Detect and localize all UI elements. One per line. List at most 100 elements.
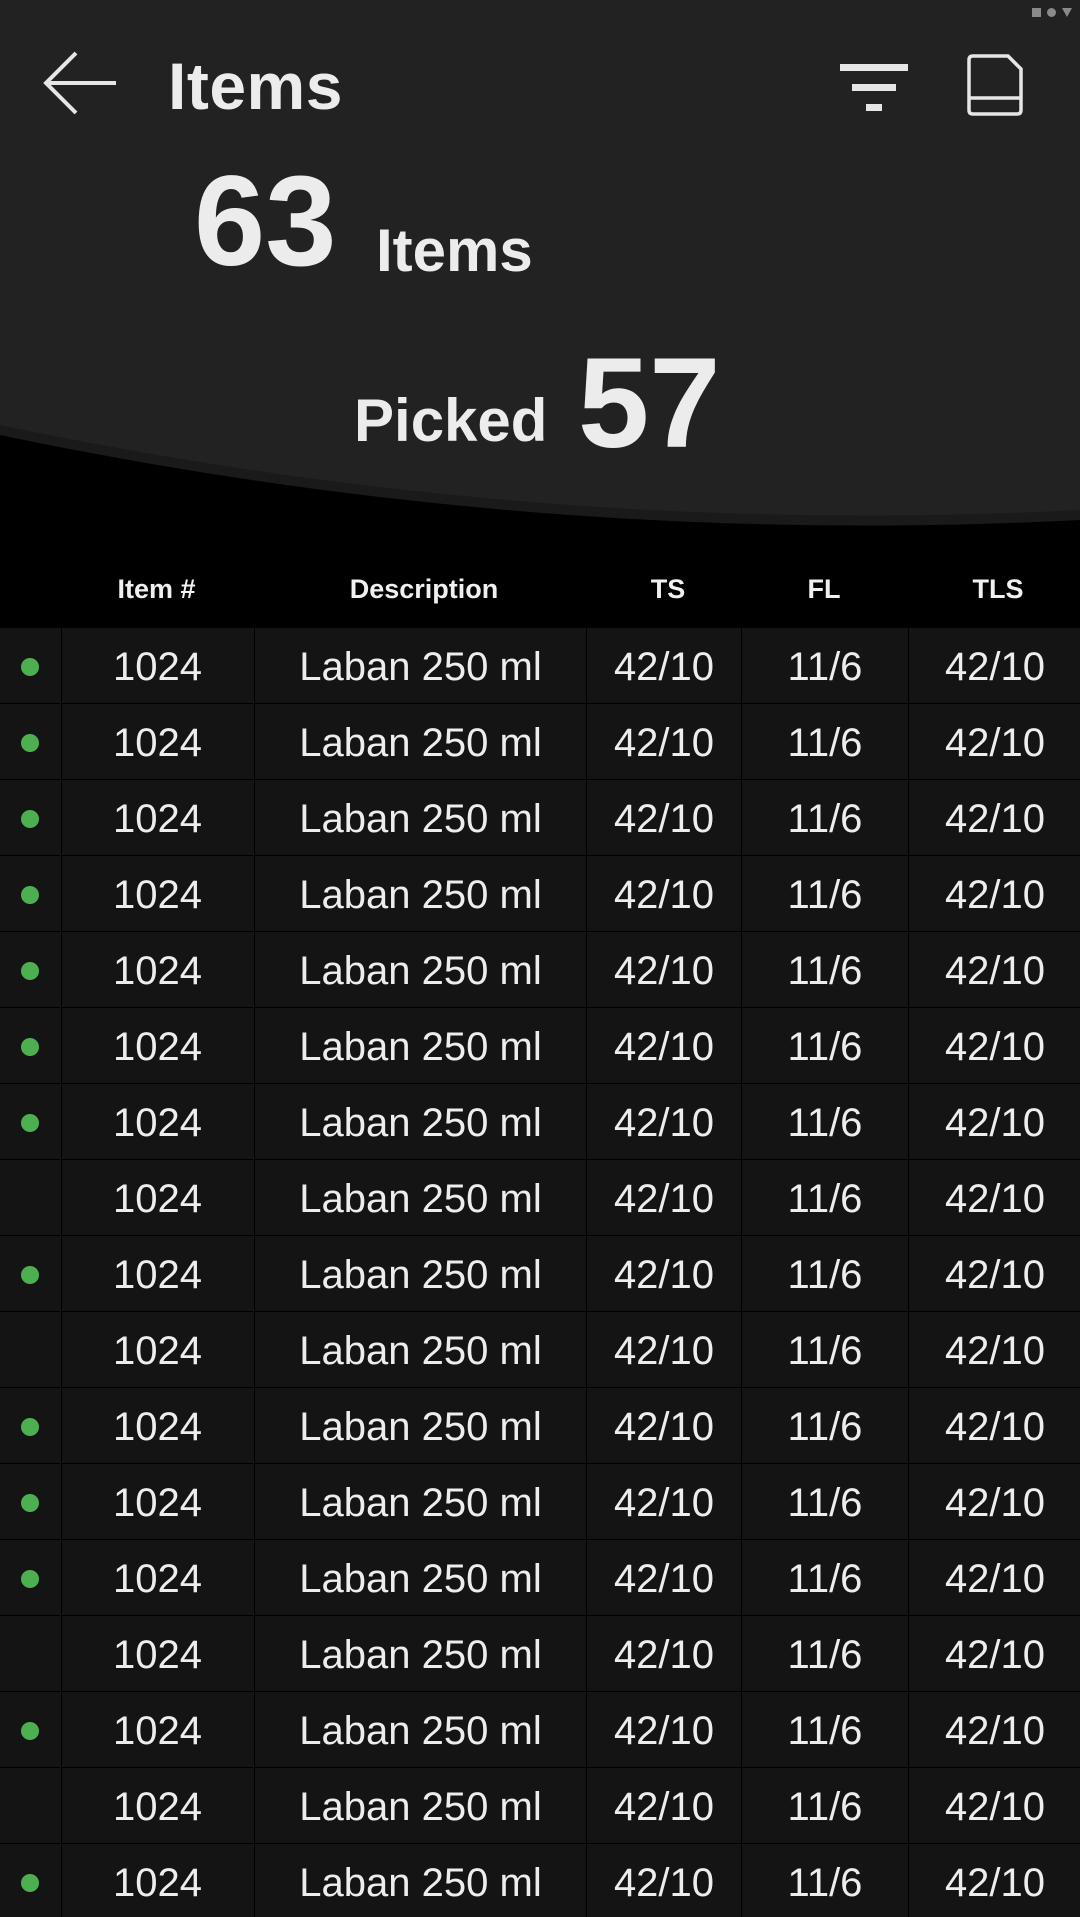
ts-cell: 42/10: [586, 704, 741, 780]
table-row[interactable]: 1024 Laban 250 ml 42/10 11/6 42/10: [0, 1008, 1080, 1084]
status-cell: [0, 932, 60, 1008]
status-cell: [0, 1616, 60, 1692]
tls-cell: 42/10: [908, 1540, 1080, 1616]
column-header-tls[interactable]: TLS: [908, 560, 1080, 628]
tls-cell: 42/10: [908, 1844, 1080, 1917]
description-cell: Laban 250 ml: [254, 856, 586, 932]
header-background: [0, 0, 1080, 526]
picked-status-dot: [21, 1874, 39, 1892]
description-cell: Laban 250 ml: [254, 1464, 586, 1540]
arrow-left-icon: [43, 51, 116, 115]
status-cell: [0, 1540, 60, 1616]
filter-icon: [840, 64, 908, 111]
picked-status-dot: [21, 1418, 39, 1436]
fl-cell: 11/6: [741, 1540, 908, 1616]
item-number-cell: 1024: [61, 1388, 253, 1464]
status-cell: [0, 1388, 60, 1464]
table-row[interactable]: 1024 Laban 250 ml 42/10 11/6 42/10: [0, 1540, 1080, 1616]
description-cell: Laban 250 ml: [254, 1388, 586, 1464]
ts-cell: 42/10: [586, 1236, 741, 1312]
item-number-cell: 1024: [61, 628, 253, 704]
description-cell: Laban 250 ml: [254, 1312, 586, 1388]
ts-cell: 42/10: [586, 1692, 741, 1768]
table-row[interactable]: 1024 Laban 250 ml 42/10 11/6 42/10: [0, 1464, 1080, 1540]
status-cell: [0, 1084, 60, 1160]
fl-cell: 11/6: [741, 628, 908, 704]
column-header-fl[interactable]: FL: [741, 560, 907, 628]
table-row[interactable]: 1024 Laban 250 ml 42/10 11/6 42/10: [0, 1312, 1080, 1388]
table-row[interactable]: 1024 Laban 250 ml 42/10 11/6 42/10: [0, 856, 1080, 932]
description-cell: Laban 250 ml: [254, 1692, 586, 1768]
tls-cell: 42/10: [908, 932, 1080, 1008]
page-title: Items: [168, 49, 343, 123]
item-number-cell: 1024: [61, 1616, 253, 1692]
fl-cell: 11/6: [741, 1160, 908, 1236]
table-row[interactable]: 1024 Laban 250 ml 42/10 11/6 42/10: [0, 1084, 1080, 1160]
filter-button[interactable]: [836, 58, 912, 118]
table-row[interactable]: 1024 Laban 250 ml 42/10 11/6 42/10: [0, 1768, 1080, 1844]
item-number-cell: 1024: [61, 856, 253, 932]
column-header-ts[interactable]: TS: [586, 560, 750, 628]
ts-cell: 42/10: [586, 1768, 741, 1844]
picked-status-dot: [21, 1722, 39, 1740]
tls-cell: 42/10: [908, 856, 1080, 932]
tls-cell: 42/10: [908, 704, 1080, 780]
description-cell: Laban 250 ml: [254, 932, 586, 1008]
status-cell: [0, 1844, 60, 1917]
ts-cell: 42/10: [586, 1540, 741, 1616]
picked-label: Picked: [354, 387, 548, 454]
picked-status-dot: [21, 1570, 39, 1588]
description-cell: Laban 250 ml: [254, 1236, 586, 1312]
table-row[interactable]: 1024 Laban 250 ml 42/10 11/6 42/10: [0, 1844, 1080, 1917]
save-button[interactable]: [964, 52, 1026, 118]
column-header-description[interactable]: Description: [254, 560, 594, 628]
description-cell: Laban 250 ml: [254, 704, 586, 780]
fl-cell: 11/6: [741, 1312, 908, 1388]
table-row[interactable]: 1024 Laban 250 ml 42/10 11/6 42/10: [0, 1692, 1080, 1768]
table-row[interactable]: 1024 Laban 250 ml 42/10 11/6 42/10: [0, 1616, 1080, 1692]
table-row[interactable]: 1024 Laban 250 ml 42/10 11/6 42/10: [0, 1388, 1080, 1464]
fl-cell: 11/6: [741, 856, 908, 932]
item-number-cell: 1024: [61, 1008, 253, 1084]
back-button[interactable]: [40, 45, 120, 121]
picked-status-dot: [21, 1494, 39, 1512]
picked-status-dot: [21, 1266, 39, 1284]
status-cell: [0, 1236, 60, 1312]
tls-cell: 42/10: [908, 1388, 1080, 1464]
item-number-cell: 1024: [61, 1236, 253, 1312]
table-row[interactable]: 1024 Laban 250 ml 42/10 11/6 42/10: [0, 1236, 1080, 1312]
table-row[interactable]: 1024 Laban 250 ml 42/10 11/6 42/10: [0, 780, 1080, 856]
item-number-cell: 1024: [61, 1312, 253, 1388]
ts-cell: 42/10: [586, 780, 741, 856]
header: Items 63 Items Picked 57: [0, 0, 1080, 545]
fl-cell: 11/6: [741, 1768, 908, 1844]
items-table: 1024 Laban 250 ml 42/10 11/6 42/10 1024 Laban …: [0, 628, 1080, 1917]
table-row[interactable]: 1024 Laban 250 ml 42/10 11/6 42/10: [0, 932, 1080, 1008]
status-cell: [0, 1008, 60, 1084]
tls-cell: 42/10: [908, 1008, 1080, 1084]
picked-status-dot: [21, 1038, 39, 1056]
status-triangle-icon: [1062, 8, 1072, 17]
column-header-item[interactable]: Item #: [61, 560, 252, 628]
ts-cell: 42/10: [586, 856, 741, 932]
status-cell: [0, 780, 60, 856]
picked-count: 57: [578, 332, 721, 475]
status-cell: [0, 1464, 60, 1540]
description-cell: Laban 250 ml: [254, 628, 586, 704]
item-number-cell: 1024: [61, 780, 253, 856]
status-cell: [0, 704, 60, 780]
table-row[interactable]: 1024 Laban 250 ml 42/10 11/6 42/10: [0, 704, 1080, 780]
item-number-cell: 1024: [61, 1844, 253, 1917]
fl-cell: 11/6: [741, 1008, 908, 1084]
fl-cell: 11/6: [741, 1844, 908, 1917]
status-indicators: [1032, 8, 1072, 17]
fl-cell: 11/6: [741, 932, 908, 1008]
item-number-cell: 1024: [61, 704, 253, 780]
item-number-cell: 1024: [61, 1464, 253, 1540]
fl-cell: 11/6: [741, 780, 908, 856]
table-row[interactable]: 1024 Laban 250 ml 42/10 11/6 42/10: [0, 1160, 1080, 1236]
table-row[interactable]: 1024 Laban 250 ml 42/10 11/6 42/10: [0, 628, 1080, 704]
picked-status-dot: [21, 810, 39, 828]
ts-cell: 42/10: [586, 1844, 741, 1917]
items-count: 63: [194, 150, 337, 293]
